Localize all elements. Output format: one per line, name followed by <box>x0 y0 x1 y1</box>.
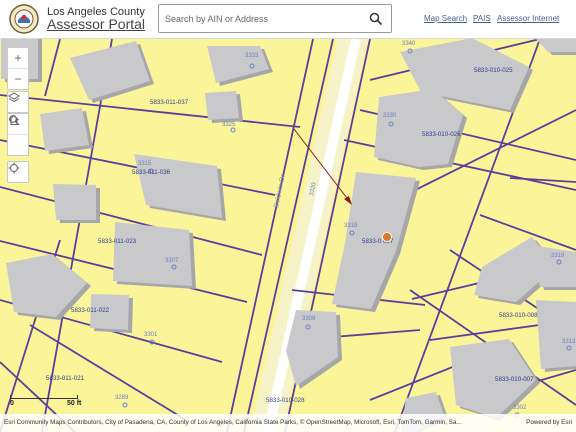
map-canvas[interactable]: 3340 3333 3325 3315 3307 3301 3289 3330 … <box>0 39 576 432</box>
zoom-in-button[interactable]: + <box>8 48 28 69</box>
parcel-5833-010-026: 5833-010-026 <box>422 131 461 138</box>
scale-start-label: 0 <box>10 400 14 407</box>
parcel-5833-011-021: 5833-011-021 <box>46 375 85 382</box>
parcel-5833-011-022: 5833-011-022 <box>71 307 110 314</box>
layers-icon <box>8 92 20 103</box>
parcel-5833-011-037: 5833-011-037 <box>150 99 189 106</box>
parcel-5833-010-007: 5833-010-007 <box>495 376 534 383</box>
map-search-link[interactable]: Map Search <box>424 14 467 23</box>
parcel-5833-010-008: 5833-010-008 <box>499 312 538 319</box>
address-3330: 3330 <box>383 113 397 119</box>
address-3301: 3301 <box>144 332 158 338</box>
scale-line <box>10 395 78 399</box>
crosshair-icon <box>8 162 20 174</box>
app-header: Los Angeles County Assessor Portal Map S… <box>0 0 576 39</box>
map-attribution: Esri Community Maps Contributors, City o… <box>0 414 576 432</box>
scale-bar: 0 50 ft <box>6 389 86 409</box>
assessor-internet-link[interactable]: Assessor Internet <box>497 14 559 23</box>
address-3313: 3313 <box>562 339 576 345</box>
zoom-controls: + − <box>7 47 29 90</box>
locate-button[interactable] <box>8 162 28 182</box>
address-3333: 3333 <box>245 53 259 59</box>
parcel-5833-011-023: 5833-011-023 <box>98 238 137 245</box>
address-3307: 3307 <box>165 258 179 264</box>
address-3302: 3302 <box>513 405 527 411</box>
powered-by-esri[interactable]: Powered by Esri <box>526 416 572 430</box>
zoom-out-button[interactable]: − <box>8 69 28 89</box>
location-marker[interactable] <box>382 232 392 242</box>
map-tools <box>7 113 29 156</box>
address-3308: 3308 <box>302 316 316 322</box>
parcel-map[interactable]: 3340 3333 3325 3315 3307 3301 3289 3330 … <box>0 39 576 432</box>
county-seal-icon[interactable] <box>9 4 39 34</box>
portal-title-link[interactable]: Assessor Portal <box>47 16 145 32</box>
parcel-5833-011-036: 5833-011-036 <box>132 169 171 176</box>
layers-button[interactable] <box>8 92 28 112</box>
home-icon <box>9 114 19 126</box>
scale-end-label: 50 ft <box>67 400 82 407</box>
locate-control <box>7 161 29 183</box>
address-3340: 3340 <box>402 41 416 47</box>
search-box <box>158 4 392 33</box>
parcel-5833-010-025: 5833-010-025 <box>474 67 513 74</box>
address-3315: 3315 <box>138 161 152 167</box>
street-label: Baldwin Dr <box>273 173 287 208</box>
attribution-text[interactable]: Esri Community Maps Contributors, City o… <box>4 416 462 430</box>
layers-control <box>7 91 29 113</box>
address-3325: 3325 <box>222 122 236 128</box>
address-3289: 3289 <box>115 395 129 401</box>
parcel-5833-010-028: 5833-010-028 <box>266 397 305 404</box>
address-3318: 3318 <box>344 223 358 229</box>
search-icon[interactable] <box>369 12 383 26</box>
home-button[interactable] <box>8 114 28 155</box>
pointer-arrowhead <box>344 196 352 205</box>
pais-link[interactable]: PAIS <box>473 14 491 23</box>
search-input[interactable] <box>165 11 355 26</box>
address-3319: 3319 <box>551 253 565 259</box>
